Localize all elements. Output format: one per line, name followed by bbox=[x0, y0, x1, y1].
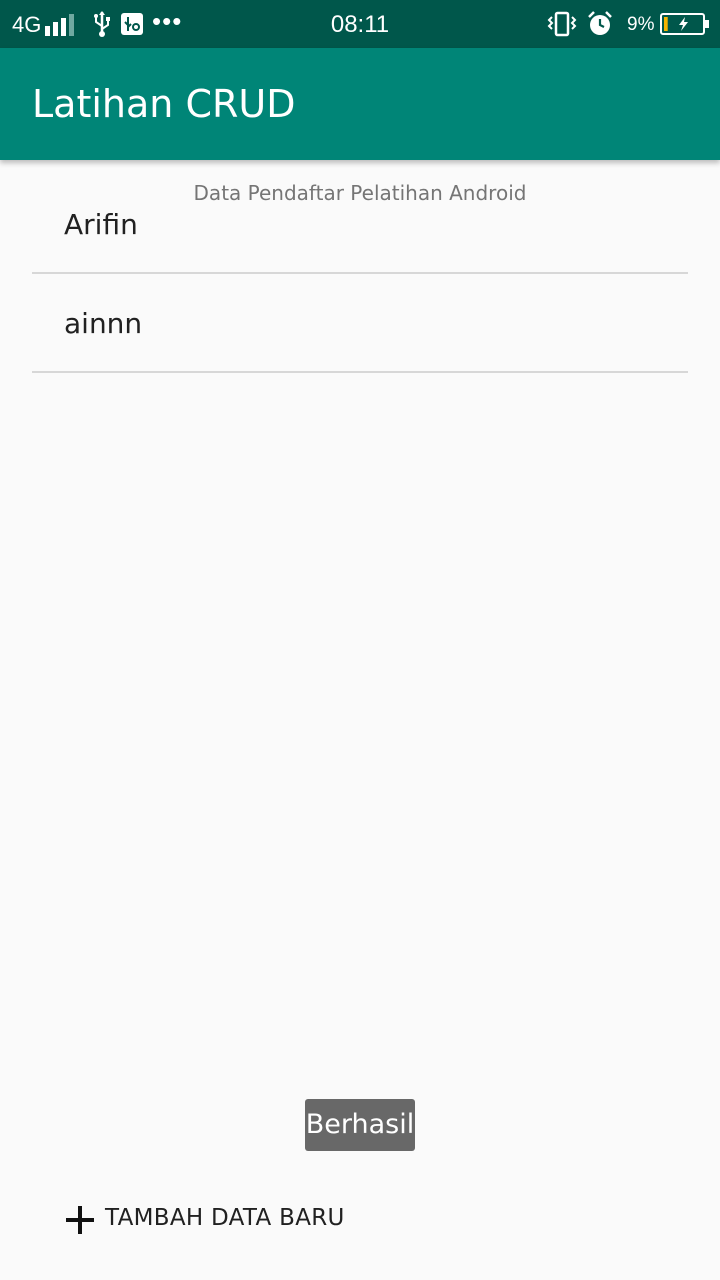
add-new-data-button[interactable]: TAMBAH DATA BARU bbox=[64, 1196, 364, 1242]
add-new-data-label: TAMBAH DATA BARU bbox=[105, 1205, 345, 1231]
battery-charging-icon bbox=[660, 13, 709, 35]
vibrate-icon bbox=[547, 11, 577, 37]
toast-message: Berhasil bbox=[305, 1099, 415, 1151]
status-bar: 4G ••• 08:11 9% bbox=[0, 0, 720, 48]
alarm-icon bbox=[588, 11, 612, 35]
list-item[interactable]: ainnn bbox=[32, 273, 688, 373]
list-item[interactable]: Arifin bbox=[32, 174, 688, 274]
list-item-label: ainnn bbox=[64, 307, 143, 340]
list-item-label: Arifin bbox=[64, 208, 138, 241]
app-title: Latihan CRUD bbox=[32, 82, 296, 126]
app-bar: Latihan CRUD bbox=[0, 48, 720, 160]
battery-percentage: 9% bbox=[627, 14, 655, 35]
plus-icon bbox=[66, 1206, 94, 1234]
